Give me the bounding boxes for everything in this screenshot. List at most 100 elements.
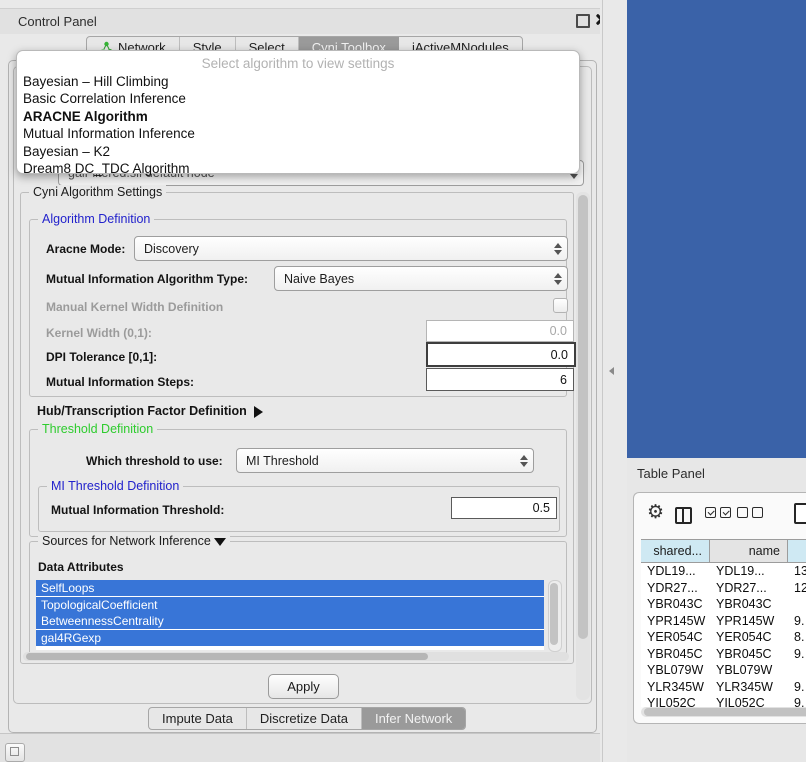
select-all-icon[interactable]: [705, 507, 731, 518]
sources-group: Sources for Network Inference Data Attri…: [29, 541, 567, 661]
table-cell: [788, 596, 806, 613]
mi-algorithm-type-combo[interactable]: Naive Bayes: [274, 266, 568, 291]
attribute-list-item[interactable]: gal4RGexp: [36, 630, 544, 646]
table-cell: 9.: [788, 695, 806, 707]
algorithm-option[interactable]: Basic Correlation Inference: [17, 91, 579, 109]
chevron-updown-icon: [549, 243, 567, 255]
cyni-algorithm-settings-group: Cyni Algorithm Settings Algorithm Defini…: [20, 192, 574, 664]
table-row[interactable]: YDL19...YDL19...13: [641, 563, 806, 580]
table-cell: 9.: [788, 646, 806, 663]
mi-threshold-field[interactable]: 0.5: [451, 497, 557, 519]
gear-icon[interactable]: ⚙: [647, 503, 664, 522]
algorithm-option[interactable]: Dream8 DC_TDC Algorithm: [17, 161, 579, 179]
table-horizontal-scrollbar[interactable]: [641, 707, 806, 717]
column-header[interactable]: shared...: [641, 540, 710, 562]
table-cell: YPR145W: [710, 613, 788, 630]
attribute-list-item[interactable]: BetweennessCentrality: [36, 613, 544, 629]
algorithm-option[interactable]: Bayesian – Hill Climbing: [17, 73, 579, 91]
control-panel-title: Control Panel: [18, 14, 97, 29]
tab-label: Infer Network: [375, 711, 452, 726]
aracne-mode-label: Aracne Mode:: [46, 242, 125, 256]
table-row[interactable]: YER054CYER054C8.: [641, 629, 806, 646]
control-panel: Control Panel NetworkStyleSelectCyni Too…: [0, 0, 601, 733]
table-cell: YDL19...: [710, 563, 788, 580]
collapse-arrow-icon: [214, 538, 226, 546]
node-table: shared...name YDL19...YDL19...13YDR27...…: [641, 539, 806, 707]
panel-vertical-scrollbar[interactable]: [576, 192, 590, 700]
aracne-mode-value: Discovery: [135, 242, 549, 256]
table-header-row: shared...name: [641, 539, 806, 563]
kernel-width-field[interactable]: 0.0: [426, 320, 574, 342]
status-strip: [0, 733, 600, 762]
tab-label: Discretize Data: [260, 711, 348, 726]
table-cell: YIL052C: [710, 695, 788, 707]
table-row[interactable]: YPR145WYPR145W9.: [641, 613, 806, 630]
table-cell: YBR045C: [641, 646, 710, 663]
mi-algorithm-type-value: Naive Bayes: [275, 272, 549, 286]
chevron-updown-icon: [515, 455, 533, 467]
algorithm-option-list: Bayesian – Hill ClimbingBasic Correlatio…: [17, 73, 579, 178]
float-window-icon[interactable]: [576, 14, 590, 28]
scrollbar-thumb[interactable]: [550, 583, 558, 645]
mi-threshold-title: MI Threshold Definition: [47, 479, 183, 493]
which-threshold-value: MI Threshold: [237, 454, 515, 468]
apply-button[interactable]: Apply: [268, 674, 339, 699]
which-threshold-combo[interactable]: MI Threshold: [236, 448, 534, 473]
attribute-list-item[interactable]: SelfLoops: [36, 580, 544, 596]
table-cell: YIL052C: [641, 695, 710, 707]
manual-kernel-checkbox[interactable]: [553, 298, 568, 313]
table-cell: 13: [788, 563, 806, 580]
tab-infer-network[interactable]: Infer Network: [362, 708, 465, 729]
scrollbar-thumb[interactable]: [644, 708, 806, 716]
mi-steps-field[interactable]: 6: [426, 368, 574, 391]
settings-horizontal-scrollbar[interactable]: [23, 652, 569, 661]
scrollbar-thumb[interactable]: [26, 653, 428, 660]
expand-arrow-icon: [254, 406, 263, 418]
attribute-list-item[interactable]: TopologicalCoefficient: [36, 597, 544, 613]
table-row[interactable]: YBR043CYBR043C: [641, 596, 806, 613]
tab-discretize-data[interactable]: Discretize Data: [247, 708, 362, 729]
tab-impute-data[interactable]: Impute Data: [149, 708, 247, 729]
table-row[interactable]: YDR27...YDR27...12: [641, 580, 806, 597]
algorithm-definition-title: Algorithm Definition: [38, 212, 154, 226]
algorithm-option[interactable]: Mutual Information Inference: [17, 126, 579, 144]
list-vertical-scrollbar[interactable]: [548, 580, 562, 652]
table-cell: YDR27...: [710, 580, 788, 597]
aracne-mode-combo[interactable]: Discovery: [134, 236, 568, 261]
table-cell: YDR27...: [641, 580, 710, 597]
cyni-settings-title: Cyni Algorithm Settings: [29, 185, 166, 199]
dpi-tolerance-field[interactable]: 0.0: [426, 342, 576, 367]
node-table-card: ⚙ shared...name YDL19...YDL19...13YDR27.…: [633, 492, 806, 724]
table-cell: YER054C: [641, 629, 710, 646]
table-row[interactable]: YIL052CYIL052C9.: [641, 695, 806, 707]
column-header[interactable]: [788, 540, 806, 562]
table-row[interactable]: YLR345WYLR345W9.: [641, 679, 806, 696]
mi-threshold-label: Mutual Information Threshold:: [51, 503, 224, 517]
column-header[interactable]: name: [710, 540, 788, 562]
sources-title[interactable]: Sources for Network Inference: [38, 534, 230, 548]
mi-steps-label: Mutual Information Steps:: [46, 375, 194, 389]
panel-splitter[interactable]: [600, 0, 627, 762]
algorithm-option[interactable]: ARACNE Algorithm: [17, 108, 579, 126]
restore-panel-button[interactable]: [5, 743, 25, 762]
table-cell: YER054C: [710, 629, 788, 646]
table-cell: [788, 662, 806, 679]
chevron-updown-icon: [549, 273, 567, 285]
split-columns-icon[interactable]: [675, 507, 692, 524]
kernel-width-label: Kernel Width (0,1):: [46, 326, 152, 340]
table-row[interactable]: YBR045CYBR045C9.: [641, 646, 806, 663]
network-desktop: GALGAL80GAL10GAL1GAL11SWI4GAL4GCY1HAP4YH…: [627, 0, 806, 458]
page-icon[interactable]: [794, 503, 806, 524]
scrollbar-thumb[interactable]: [578, 195, 588, 639]
deselect-all-icon[interactable]: [737, 507, 763, 518]
data-attributes-label: Data Attributes: [38, 560, 124, 574]
app-root: Control Panel NetworkStyleSelectCyni Too…: [0, 0, 806, 762]
table-row[interactable]: YBL079WYBL079W: [641, 662, 806, 679]
dpi-tolerance-label: DPI Tolerance [0,1]:: [46, 350, 157, 364]
algorithm-option[interactable]: Bayesian – K2: [17, 143, 579, 161]
hub-definition-label[interactable]: Hub/Transcription Factor Definition: [37, 404, 263, 418]
algorithm-definition-group: Algorithm Definition Aracne Mode: Discov…: [29, 219, 567, 397]
splitter-handle-icon[interactable]: [609, 367, 614, 375]
table-cell: YBR043C: [641, 596, 710, 613]
control-panel-titlebar: Control Panel: [0, 8, 600, 34]
